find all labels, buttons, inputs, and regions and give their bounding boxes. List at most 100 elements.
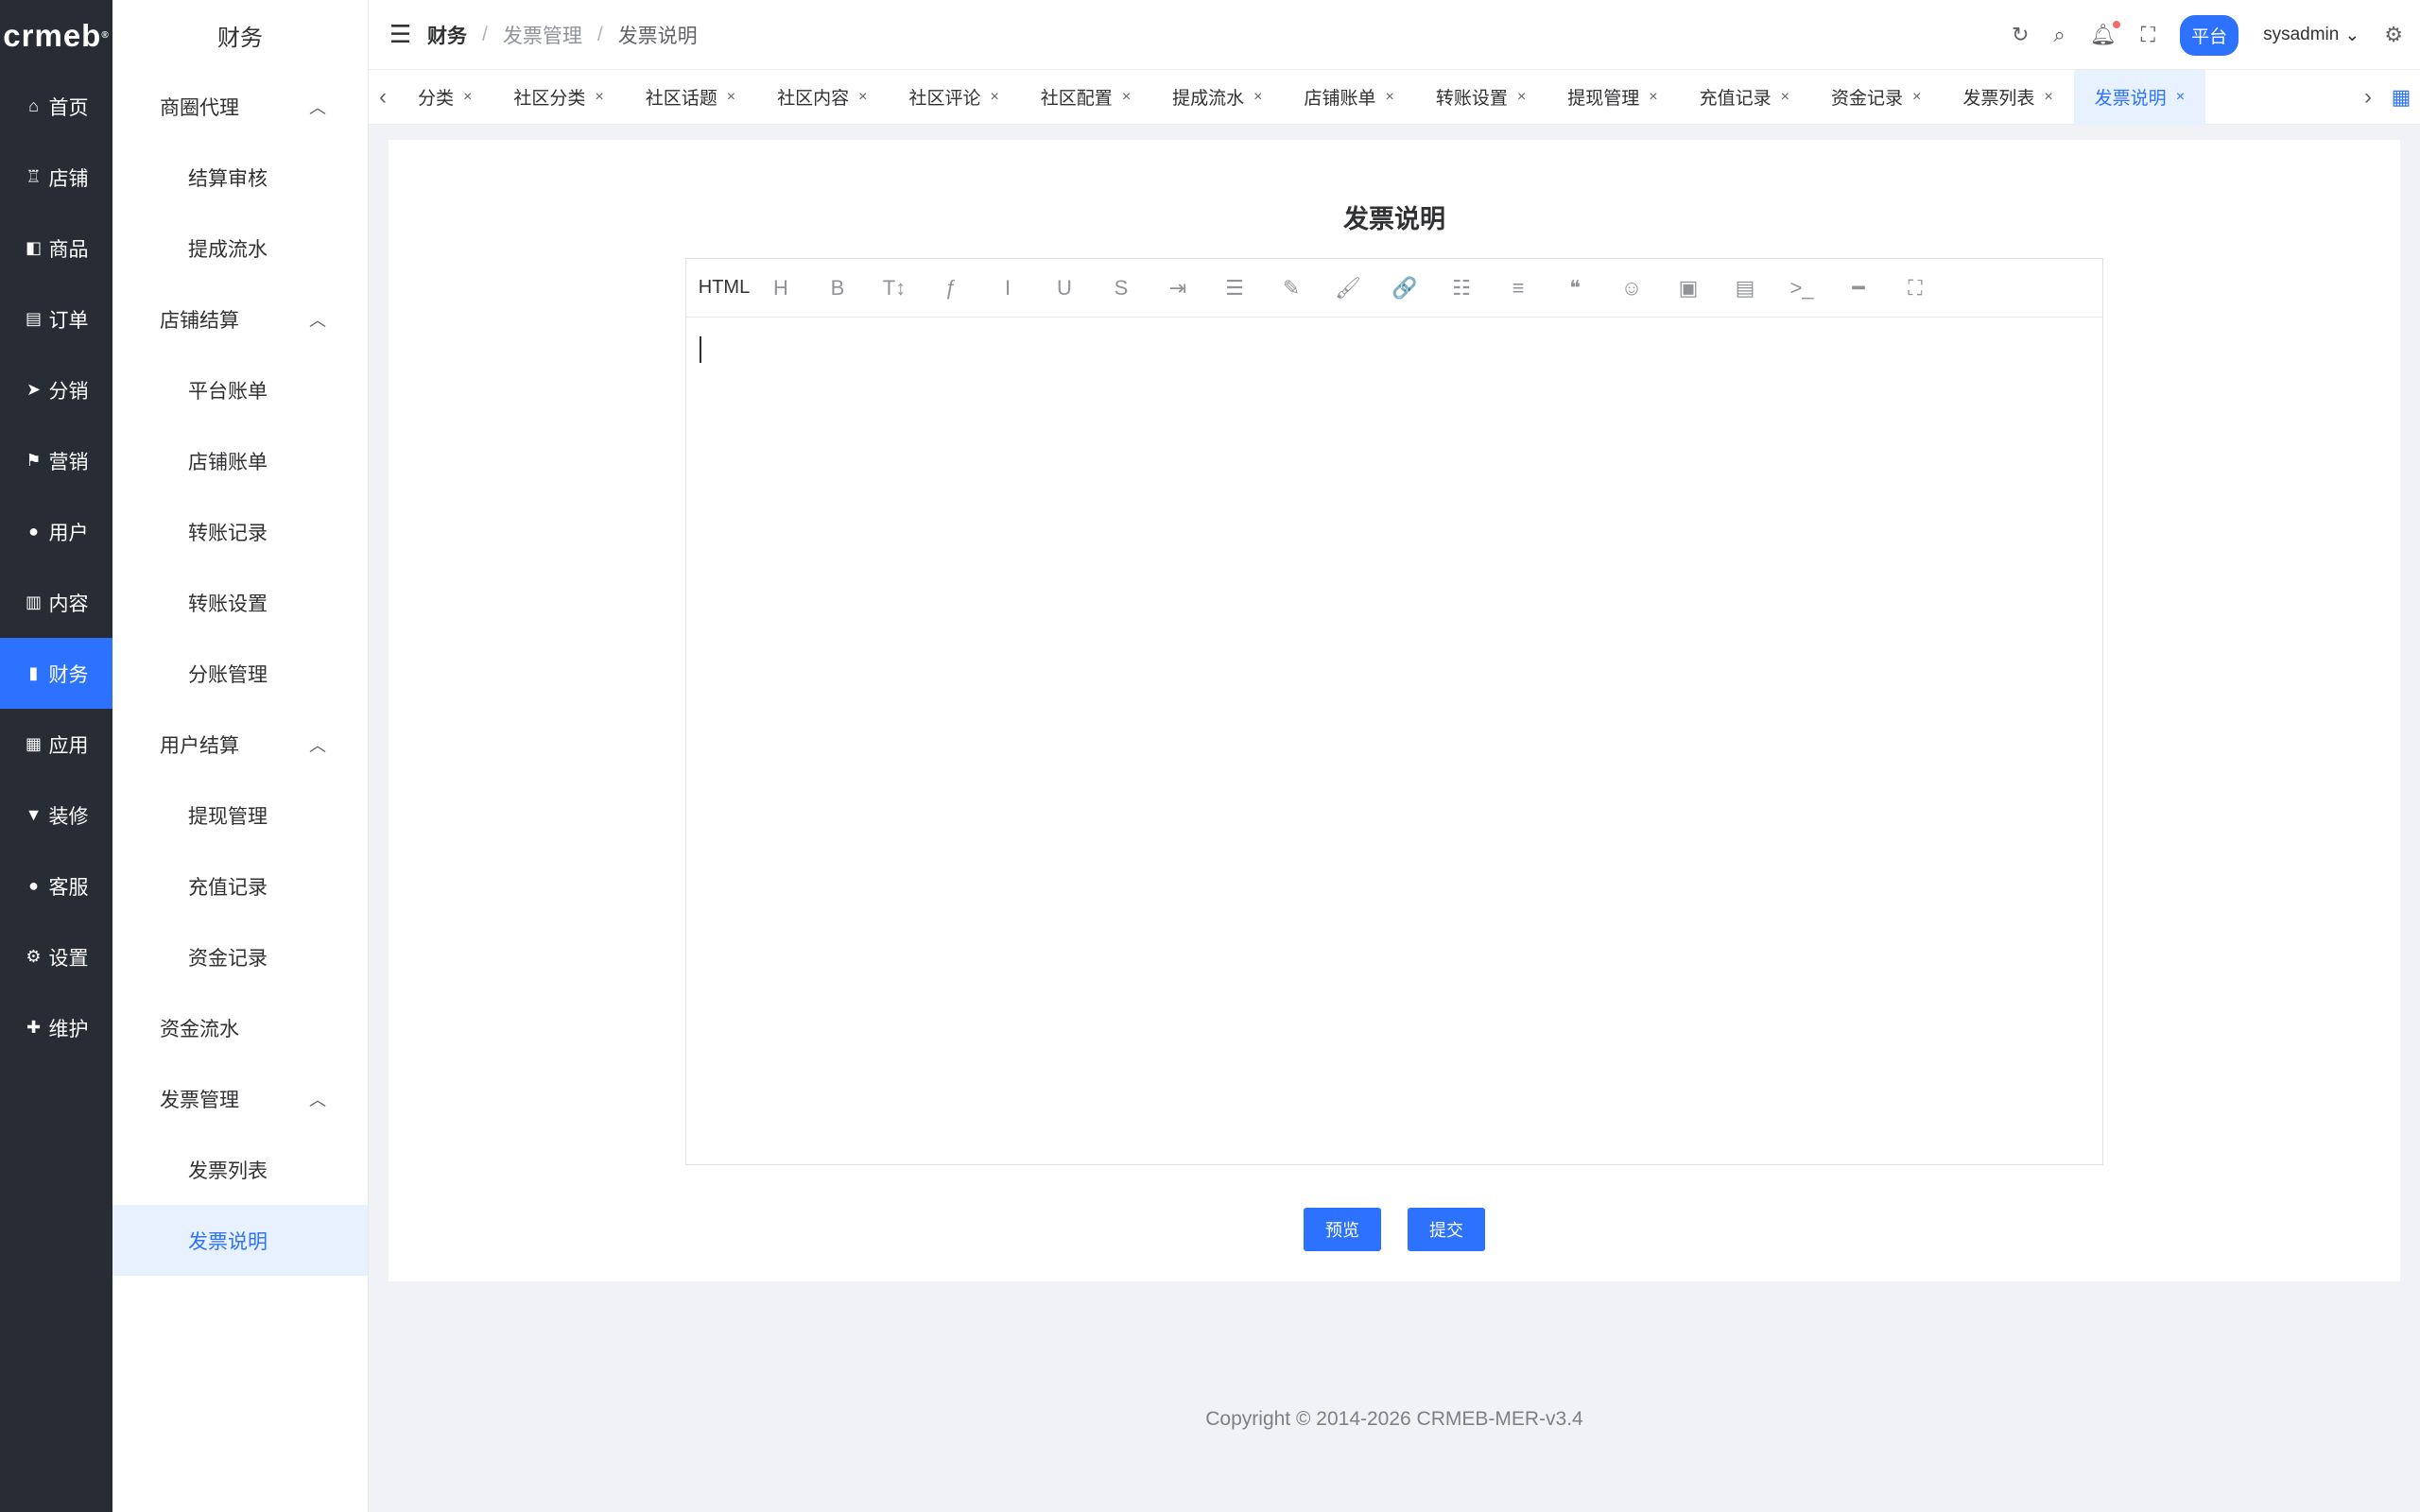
refresh-icon[interactable]: ↻ bbox=[2012, 23, 2029, 47]
nav-item[interactable]: ▦ 应用 bbox=[0, 709, 112, 780]
code-icon[interactable]: >_ bbox=[1773, 276, 1830, 301]
close-icon[interactable]: × bbox=[1912, 89, 1921, 106]
text-color-icon[interactable]: ✎ bbox=[1263, 276, 1320, 301]
tab-scroll-right-icon[interactable]: › bbox=[2354, 84, 2382, 111]
tab-menu-grid-icon[interactable]: ▦ bbox=[2382, 85, 2420, 110]
menu-item-transfer-record[interactable]: 转账记录 bbox=[112, 496, 368, 567]
close-icon[interactable]: × bbox=[1517, 89, 1526, 106]
nav-item[interactable]: ➤ 分销 bbox=[0, 354, 112, 425]
tab-item[interactable]: 提现管理 × bbox=[1547, 70, 1678, 125]
bg-color-icon[interactable]: 🖌 bbox=[1320, 276, 1376, 301]
nav-item[interactable]: ⌂ 首页 bbox=[0, 71, 112, 142]
italic-icon[interactable]: I bbox=[979, 276, 1036, 301]
user-menu[interactable]: sysadmin ⌄ bbox=[2263, 25, 2360, 46]
group-invoice-management[interactable]: 发票管理 ︿ bbox=[112, 1063, 368, 1134]
group-fund-flow[interactable]: 资金流水 bbox=[112, 992, 368, 1063]
close-icon[interactable]: × bbox=[1781, 89, 1789, 106]
indent-icon[interactable]: ⇥ bbox=[1150, 276, 1206, 301]
nav-item[interactable]: ▮ 财务 bbox=[0, 638, 112, 709]
platform-button[interactable]: 平台 bbox=[2180, 14, 2239, 56]
align-icon[interactable]: ≡ bbox=[1490, 276, 1547, 301]
tab-item[interactable]: 社区内容 × bbox=[756, 70, 888, 125]
tab-item[interactable]: 充值记录 × bbox=[1679, 70, 1810, 125]
group-user-settlement[interactable]: 用户结算 ︿ bbox=[112, 709, 368, 780]
menu-item-commission-flow[interactable]: 提成流水 bbox=[112, 213, 368, 284]
image-icon[interactable]: ▣ bbox=[1660, 276, 1717, 301]
heading-icon[interactable]: H bbox=[752, 276, 809, 301]
list-icon[interactable]: ☷ bbox=[1433, 276, 1490, 301]
nav-item[interactable]: ♖ 店铺 bbox=[0, 142, 112, 213]
html-toggle[interactable]: HTML bbox=[696, 277, 752, 299]
menu-item-withdraw-management[interactable]: 提现管理 bbox=[112, 780, 368, 850]
menu-toggle-icon[interactable]: ☰ bbox=[389, 20, 427, 49]
primary-sidebar: crmeb ® ⌂ 首页 ♖ 店铺 ◧ 商品 ▤ 订单 ➤ 分销 ⚑ 营销 ● 用户 ▥ 内容 ▮ 财务 ▦ 应用 ▼ 装修… bbox=[0, 0, 112, 1512]
logo[interactable]: crmeb ® bbox=[0, 0, 112, 71]
nav-item[interactable]: ✚ 维护 bbox=[0, 992, 112, 1063]
strikethrough-icon[interactable]: S bbox=[1093, 276, 1150, 301]
search-icon[interactable]: ⌕ bbox=[2053, 23, 2065, 47]
menu-item-store-bill[interactable]: 店铺账单 bbox=[112, 425, 368, 496]
menu-item-fund-record[interactable]: 资金记录 bbox=[112, 921, 368, 992]
nav-item-label: 内容 bbox=[48, 593, 89, 615]
tab-item[interactable]: 发票说明 × bbox=[2073, 69, 2206, 125]
nav-item[interactable]: ▼ 装修 bbox=[0, 780, 112, 850]
video-icon[interactable]: ▤ bbox=[1717, 276, 1773, 301]
breadcrumb-item[interactable]: 发票管理 bbox=[503, 21, 582, 49]
tab-item[interactable]: 社区分类 × bbox=[493, 70, 624, 125]
menu-item-split-management[interactable]: 分账管理 bbox=[112, 638, 368, 709]
menu-item-settle-review[interactable]: 结算审核 bbox=[112, 142, 368, 213]
menu-item-invoice-instructions[interactable]: 发票说明 bbox=[112, 1205, 368, 1276]
menu-item-transfer-settings[interactable]: 转账设置 bbox=[112, 567, 368, 638]
font-size-icon[interactable]: T↕ bbox=[866, 276, 923, 301]
close-icon[interactable]: × bbox=[1386, 89, 1394, 106]
editor-content-area[interactable] bbox=[686, 318, 2102, 1164]
font-family-icon[interactable]: ƒ bbox=[923, 276, 979, 301]
close-icon[interactable]: × bbox=[2176, 89, 2185, 106]
close-icon[interactable]: × bbox=[595, 89, 603, 106]
nav-item[interactable]: ▥ 内容 bbox=[0, 567, 112, 638]
nav-item[interactable]: ⚙ 设置 bbox=[0, 921, 112, 992]
close-icon[interactable]: × bbox=[2044, 89, 2052, 106]
tab-item[interactable]: 社区评论 × bbox=[888, 70, 1019, 125]
underline-icon[interactable]: U bbox=[1036, 276, 1093, 301]
link-icon[interactable]: 🔗 bbox=[1376, 276, 1433, 301]
divider-icon[interactable]: ━ bbox=[1830, 276, 1887, 301]
tab-scroll-left-icon[interactable]: ‹ bbox=[369, 84, 397, 111]
tab-item[interactable]: 发票列表 × bbox=[1942, 70, 2073, 125]
close-icon[interactable]: × bbox=[1253, 89, 1262, 106]
settings-icon[interactable]: ⚙ bbox=[2384, 23, 2403, 47]
nav-item[interactable]: ▤ 订单 bbox=[0, 284, 112, 354]
submit-button[interactable]: 提交 bbox=[1408, 1208, 1485, 1251]
preview-button[interactable]: 预览 bbox=[1304, 1208, 1381, 1251]
close-icon[interactable]: × bbox=[1122, 89, 1131, 106]
emoji-icon[interactable]: ☺ bbox=[1603, 276, 1660, 301]
tab-item[interactable]: 提成流水 × bbox=[1151, 70, 1283, 125]
close-icon[interactable]: × bbox=[990, 89, 998, 106]
bold-icon[interactable]: B bbox=[809, 276, 866, 301]
nav-item[interactable]: ⚑ 营销 bbox=[0, 425, 112, 496]
fullscreen-icon[interactable]: ⛶ bbox=[2141, 23, 2155, 47]
nav-item[interactable]: ● 客服 bbox=[0, 850, 112, 921]
line-height-icon[interactable]: ☰ bbox=[1206, 276, 1263, 301]
close-icon[interactable]: × bbox=[858, 89, 867, 106]
tab-item[interactable]: 转账设置 × bbox=[1415, 70, 1547, 125]
fullscreen-icon[interactable]: ⛶ bbox=[1887, 276, 1944, 301]
tab-item[interactable]: 社区配置 × bbox=[1020, 70, 1151, 125]
tab-item[interactable]: 资金记录 × bbox=[1810, 70, 1942, 125]
bell-icon[interactable]: 🔔︎ bbox=[2090, 21, 2120, 47]
group-business-agent[interactable]: 商圈代理 ︿ bbox=[112, 71, 368, 142]
tab-item[interactable]: 店铺账单 × bbox=[1284, 70, 1415, 125]
menu-item-platform-bill[interactable]: 平台账单 bbox=[112, 354, 368, 425]
close-icon[interactable]: × bbox=[463, 89, 472, 106]
breadcrumb-item[interactable]: 财务 bbox=[427, 21, 467, 49]
quote-icon[interactable]: ❝ bbox=[1547, 276, 1603, 301]
tab-item[interactable]: 分类 × bbox=[397, 70, 493, 125]
tab-item[interactable]: 社区话题 × bbox=[625, 70, 756, 125]
menu-item-invoice-list[interactable]: 发票列表 bbox=[112, 1134, 368, 1205]
nav-item[interactable]: ● 用户 bbox=[0, 496, 112, 567]
nav-item[interactable]: ◧ 商品 bbox=[0, 213, 112, 284]
group-store-settlement[interactable]: 店铺结算 ︿ bbox=[112, 284, 368, 354]
menu-item-recharge-record[interactable]: 充值记录 bbox=[112, 850, 368, 921]
close-icon[interactable]: × bbox=[727, 89, 735, 106]
close-icon[interactable]: × bbox=[1649, 89, 1657, 106]
